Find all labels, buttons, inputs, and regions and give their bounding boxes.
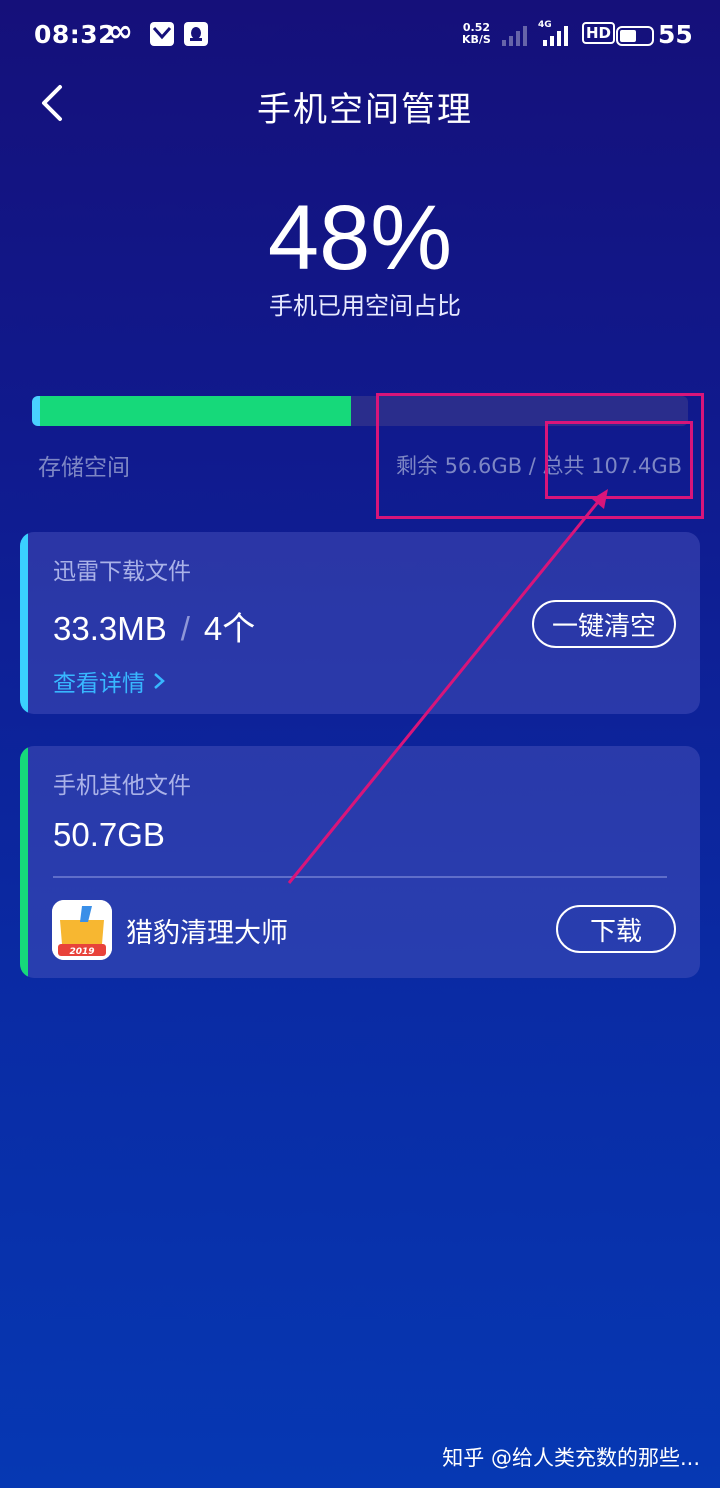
card-accent [20,746,28,978]
hd-icon: HD [582,22,616,44]
view-details-link[interactable]: 查看详情 [53,664,165,698]
chevron-right-icon [154,673,165,689]
status-bar: 08:32 ∞ 0.52 KB/S 4G HD 55 [0,0,720,72]
value-separator: / [180,610,190,647]
card-title: 手机其他文件 [53,773,191,799]
card-accent [20,532,28,714]
app-icon-year: 2019 [69,947,94,957]
signal-icon [543,24,568,46]
storage-used-fill [40,396,351,426]
watermark: 知乎 @给人类充数的那些... [442,1446,700,1470]
infinity-icon: ∞ [108,14,133,49]
app-name: 猎豹清理大师 [126,918,288,949]
page-title: 手机空间管理 [257,90,473,130]
card-value: 33.3MB / 4个 [53,602,255,650]
other-files-card: 手机其他文件 50.7GB 2019 猎豹清理大师 下载 [20,746,700,978]
divider [53,876,667,878]
clear-all-button[interactable]: 一键清空 [532,600,676,648]
usage-percent: 48% [267,187,453,289]
file-size: 33.3MB [53,610,167,647]
usage-caption: 手机已用空间占比 [269,292,461,320]
qq-icon [184,22,208,46]
cleaner-app-icon[interactable]: 2019 [52,900,112,960]
xunlei-downloads-card: 迅雷下载文件 33.3MB / 4个 一键清空 查看详情 [20,532,700,714]
storage-label: 存储空间 [38,455,130,481]
file-size: 50.7GB [53,816,165,853]
status-time: 08:32 [34,20,117,49]
signal-icon [502,24,527,46]
storage-bar-cap [32,396,40,426]
card-title: 迅雷下载文件 [53,559,191,585]
card-value: 50.7GB [53,816,165,854]
battery-level: 55 [658,20,693,49]
network-speed: 0.52 KB/S [462,21,491,46]
annotation-box [545,421,693,499]
file-count: 4个 [203,610,256,647]
download-button[interactable]: 下载 [556,905,676,953]
battery-icon [616,26,654,46]
view-details-label: 查看详情 [53,671,145,697]
app-notification-icon [150,22,174,46]
